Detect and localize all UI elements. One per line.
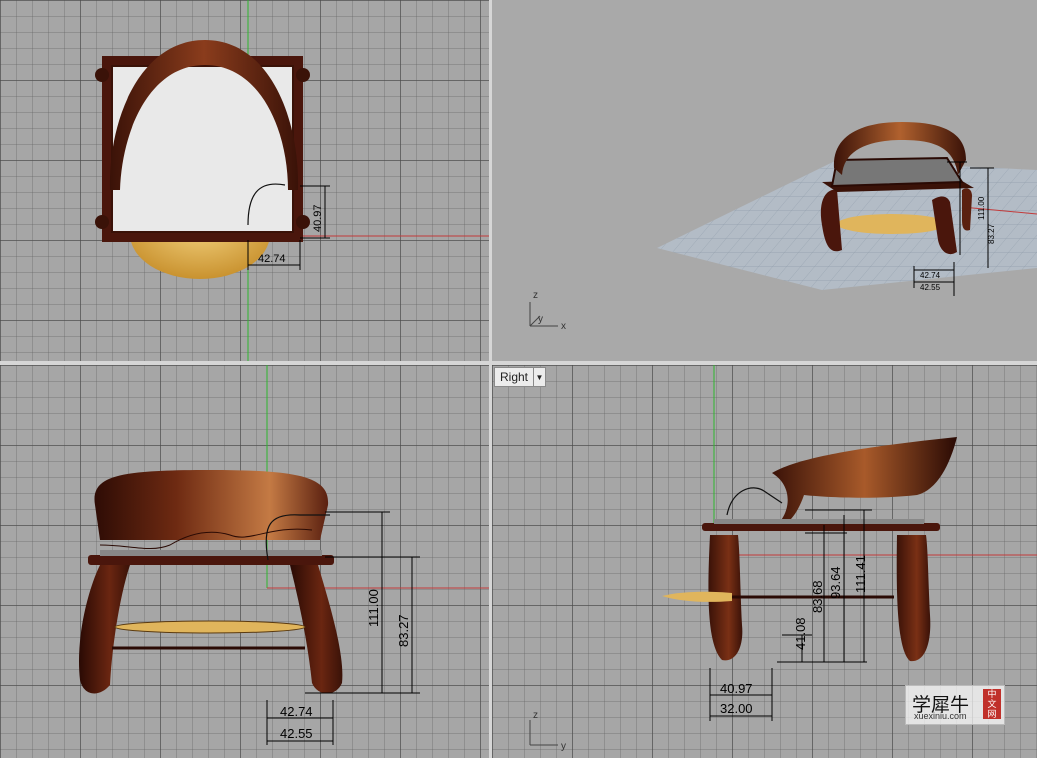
right-dim-41-08: 41.08	[793, 617, 808, 650]
persp-dim-w2: 42.55	[920, 283, 941, 292]
leg-top-right	[296, 68, 310, 82]
cushion-shape	[837, 214, 947, 234]
right-dim-93-64: 93.64	[828, 566, 843, 599]
right-dim-40-97: 40.97	[720, 681, 753, 696]
axis-y-label: y	[561, 741, 566, 752]
seat-panel	[714, 519, 924, 524]
watermark-badge: 中文网	[983, 689, 1001, 719]
viewport-title: Right	[500, 370, 529, 384]
leg-back	[896, 535, 931, 662]
leg-bottom-right	[296, 215, 310, 229]
axis-y-label: y	[538, 314, 543, 325]
persp-dim-height: 111.00	[977, 196, 986, 220]
top-dim-width: 40.97	[312, 204, 324, 232]
axis-z-label: z	[533, 710, 538, 721]
right-dim-83-68: 83.68	[810, 580, 825, 613]
front-dim-w1: 42.74	[280, 704, 313, 719]
top-view-canvas: 40.97 42.74	[95, 0, 489, 361]
cushion-shape	[114, 620, 306, 634]
viewport-perspective[interactable]: 111.00 83.27 42.74 42.55 z y x	[492, 0, 1037, 361]
seat-panel	[100, 550, 322, 556]
front-dim-w2: 42.55	[280, 726, 313, 741]
leg-top-left	[95, 68, 109, 82]
persp-dim-w1: 42.74	[920, 271, 941, 280]
watermark-logo: 学犀牛 xuexiniu.com 中文网	[905, 685, 1005, 725]
front-view-canvas: 111.00 83.27 42.74 42.55	[79, 365, 489, 745]
axis-z-label: z	[533, 290, 538, 301]
front-dim-seat: 83.27	[396, 614, 411, 647]
watermark-sub: xuexiniu.com	[914, 711, 967, 721]
front-dim-height: 111.00	[366, 589, 381, 627]
viewport-front[interactable]: 111.00 83.27 42.74 42.55	[0, 365, 489, 758]
top-dim-depth: 42.74	[258, 253, 286, 265]
right-dim-111-41: 111.41	[853, 555, 868, 593]
right-dim-32-00: 32.00	[720, 701, 753, 716]
seat-frame	[88, 555, 334, 565]
viewport-title-tab[interactable]: Right ▼	[494, 367, 547, 387]
cushion-shape	[662, 591, 732, 602]
chevron-down-icon[interactable]: ▼	[533, 368, 545, 386]
leg-bottom-left	[95, 215, 109, 229]
seat-frame	[702, 523, 940, 531]
perspective-canvas: 111.00 83.27 42.74 42.55 z y x	[529, 122, 1037, 332]
rhino-workspace: 40.97 42.74 111.00 83.27 42.74 42.55 z y…	[0, 0, 1037, 758]
persp-dim-seat: 83.27	[987, 223, 996, 244]
seat-panel	[830, 156, 964, 188]
viewport-top[interactable]: 40.97 42.74	[0, 0, 489, 361]
axis-x-label: x	[561, 321, 566, 332]
